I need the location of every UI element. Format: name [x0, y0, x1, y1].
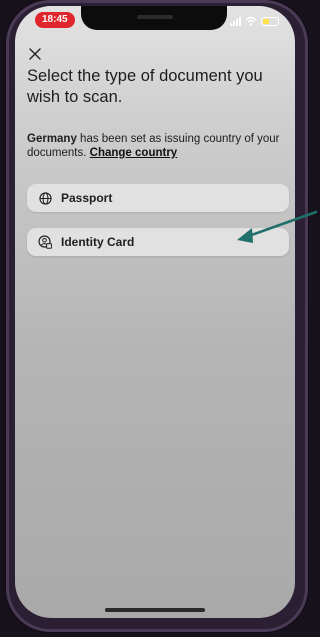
close-icon — [29, 48, 41, 60]
wifi-icon — [245, 16, 257, 26]
page-title: Select the type of document you wish to … — [27, 67, 263, 106]
phone-screen: 18:45 Select the type of document you wi… — [15, 6, 295, 618]
issuing-country-name: Germany — [27, 133, 77, 145]
close-button[interactable] — [27, 46, 43, 62]
identity-card-option[interactable]: Identity Card — [27, 228, 289, 256]
notch — [81, 6, 227, 30]
change-country-link[interactable]: Change country — [90, 147, 178, 159]
passport-option[interactable]: Passport — [27, 184, 289, 212]
passport-option-label: Passport — [61, 191, 113, 205]
identity-card-option-label: Identity Card — [61, 235, 135, 249]
battery-icon — [261, 17, 279, 26]
issuing-country-info: Germany has been set as issuing country … — [27, 132, 289, 160]
id-card-icon — [38, 235, 52, 249]
status-time: 18:45 — [35, 12, 75, 28]
home-indicator — [105, 608, 205, 612]
signal-icon — [230, 17, 241, 26]
globe-icon — [38, 191, 52, 205]
speaker-grille — [137, 15, 173, 19]
status-icons — [230, 14, 279, 26]
